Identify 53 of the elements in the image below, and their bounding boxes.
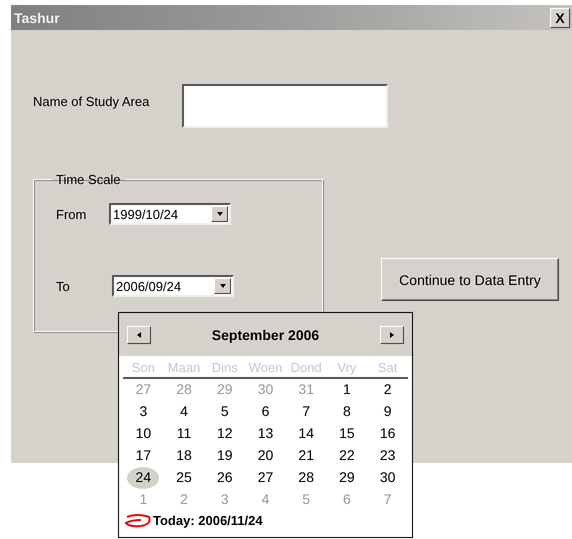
right-arrow-icon: [390, 332, 394, 338]
calendar-day[interactable]: 1: [343, 379, 351, 401]
caret-icon: [216, 212, 222, 216]
today-marker-icon: [123, 512, 153, 528]
calendar-day[interactable]: 21: [298, 445, 314, 467]
calendar-day[interactable]: 12: [216, 423, 233, 445]
next-month-button[interactable]: [380, 326, 404, 344]
calendar-day[interactable]: 27: [258, 467, 274, 489]
date-value: 1999/10/24: [113, 206, 178, 222]
caret-icon: [220, 284, 226, 288]
calendar-day[interactable]: 25: [176, 467, 192, 489]
month-title: September 2006: [212, 326, 320, 342]
calendar-day[interactable]: 18: [176, 445, 192, 467]
to-label: To: [56, 278, 71, 294]
window-title: Tashur: [14, 10, 60, 26]
calendar-day[interactable]: 11: [176, 423, 192, 445]
from-label: From: [56, 206, 88, 222]
continue-button[interactable]: Continue to Data Entry: [381, 258, 559, 301]
close-button[interactable]: X: [550, 8, 570, 28]
calendar-day[interactable]: 23: [380, 445, 396, 467]
calendar-day[interactable]: 30: [380, 467, 396, 489]
calendar-day[interactable]: 9: [384, 401, 392, 423]
calendar-day[interactable]: 15: [339, 423, 355, 445]
calendar-day[interactable]: 8: [343, 401, 351, 423]
date-combo[interactable]: 1999/10/24: [109, 203, 231, 225]
calendar-day[interactable]: 28: [298, 467, 314, 489]
calendar-day[interactable]: 5: [220, 401, 229, 423]
dropdown-button[interactable]: [214, 278, 231, 294]
calendar-day[interactable]: 3: [139, 401, 148, 423]
calendar-day[interactable]: 13: [258, 423, 274, 445]
calendar-day[interactable]: 22: [339, 445, 355, 467]
calendar-day[interactable]: 10: [136, 423, 152, 445]
calendar-day[interactable]: 14: [298, 423, 314, 445]
calendar-day[interactable]: 26: [216, 467, 233, 489]
study-area-label: Name of Study Area: [33, 94, 150, 109]
calendar-day[interactable]: 16: [380, 423, 396, 445]
previous-month-button[interactable]: [127, 326, 151, 344]
calendar-day[interactable]: 19: [216, 445, 233, 467]
group-title: Time Scale: [55, 172, 122, 187]
study-area-field[interactable]: [182, 84, 388, 128]
calendar-day[interactable]: 4: [180, 401, 188, 423]
calendar-day[interactable]: 20: [258, 445, 274, 467]
dropdown-button[interactable]: [211, 206, 228, 222]
calendar-day[interactable]: 29: [339, 467, 355, 489]
date-combo[interactable]: 2006/09/24: [112, 275, 234, 297]
today-link[interactable]: Today: 2006/11/24: [153, 512, 263, 528]
calendar-day[interactable]: 2: [384, 379, 392, 401]
calendar-day[interactable]: 6: [262, 401, 270, 423]
left-arrow-icon: [137, 332, 141, 338]
selected-day[interactable]: 24: [127, 467, 160, 489]
calendar-day[interactable]: 17: [136, 445, 152, 467]
date-value: 2006/09/24: [116, 278, 182, 294]
calendar-day[interactable]: 7: [302, 401, 310, 423]
